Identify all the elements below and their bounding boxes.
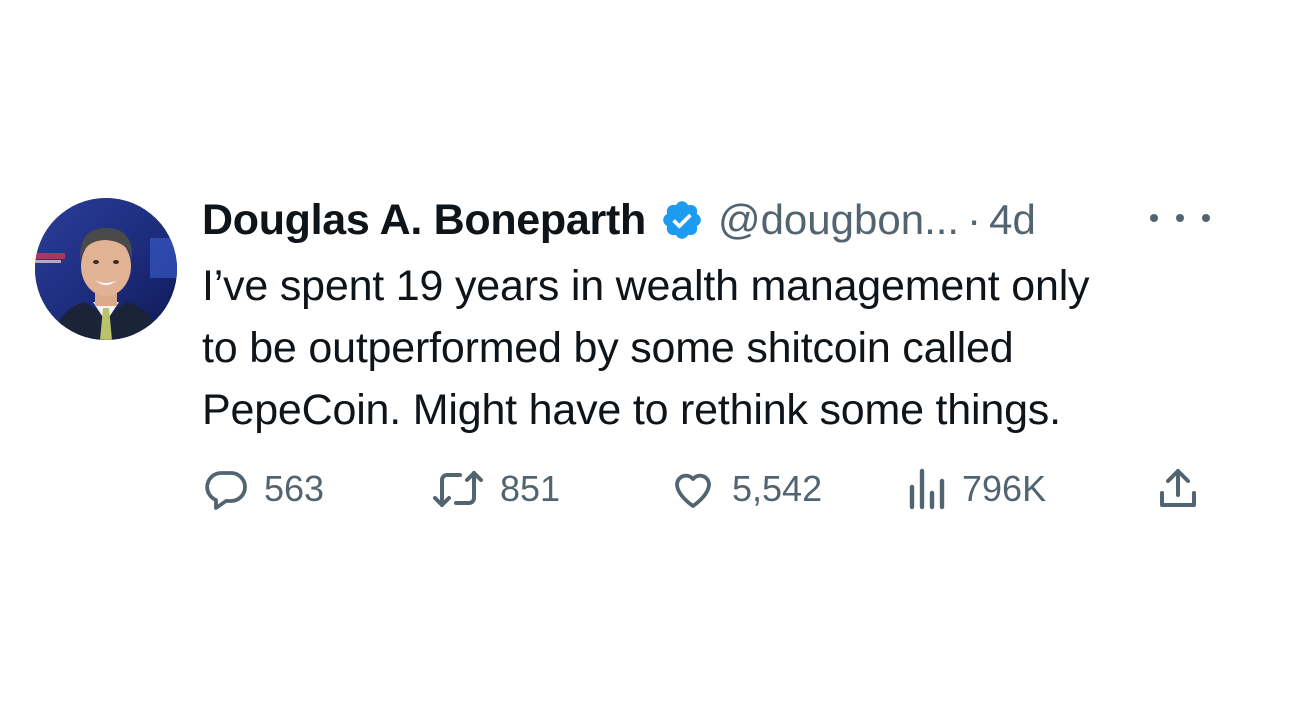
more-icon[interactable] xyxy=(1150,200,1210,236)
like-count: 5,542 xyxy=(732,468,823,509)
tweet-timestamp[interactable]: 4d xyxy=(989,196,1036,244)
reply-icon xyxy=(202,465,250,513)
tweet-text: I’ve spent 19 years in wealth management… xyxy=(202,255,1242,441)
retweet-count: 851 xyxy=(500,468,561,509)
separator-dot: · xyxy=(967,196,982,243)
reply-count: 563 xyxy=(264,468,325,509)
verified-badge-icon xyxy=(660,198,704,242)
tweet-text-line: I’ve spent 19 years in wealth management… xyxy=(202,262,1090,310)
views-count: 796K xyxy=(962,468,1047,509)
tweet-header: Douglas A. Boneparth @dougbon... · 4d xyxy=(202,192,1036,248)
share-button[interactable] xyxy=(1154,462,1202,516)
avatar-photo xyxy=(35,198,177,340)
more-dot xyxy=(1202,214,1210,222)
retweet-button[interactable]: 851 xyxy=(430,462,560,516)
author-handle[interactable]: @dougbon... xyxy=(718,196,959,244)
more-dot xyxy=(1176,214,1184,222)
avatar[interactable] xyxy=(35,198,177,340)
author-display-name[interactable]: Douglas A. Boneparth xyxy=(202,196,646,245)
tweet-actions: 563 851 5,542 796K xyxy=(202,462,1212,516)
reply-button[interactable]: 563 xyxy=(202,462,324,516)
tweet[interactable]: Douglas A. Boneparth @dougbon... · 4d I’… xyxy=(0,0,1290,714)
more-dot xyxy=(1150,214,1158,222)
heart-icon xyxy=(668,465,718,513)
retweet-icon xyxy=(430,465,486,513)
views-button[interactable]: 796K xyxy=(906,462,1046,516)
views-chart-icon xyxy=(906,465,948,513)
tweet-text-line: to be outperformed by some shitcoin call… xyxy=(202,324,1014,372)
like-button[interactable]: 5,542 xyxy=(668,462,822,516)
tweet-text-line: PepeCoin. Might have to rethink some thi… xyxy=(202,386,1061,434)
share-icon xyxy=(1154,465,1202,513)
